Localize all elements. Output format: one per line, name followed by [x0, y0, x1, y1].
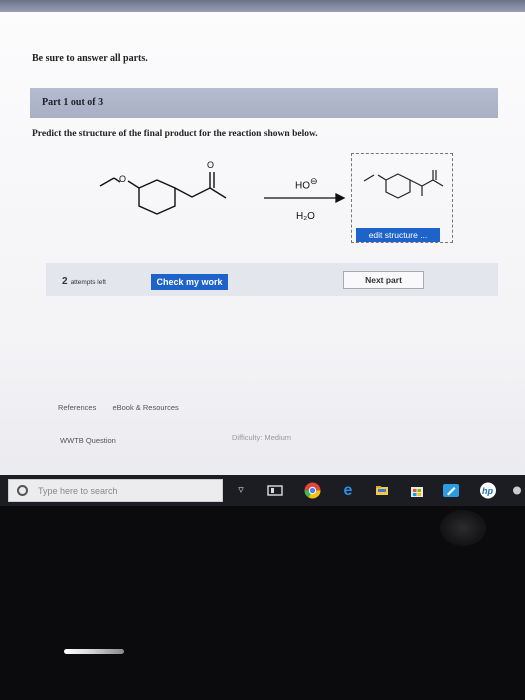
question-prompt: Predict the structure of the final produ…: [32, 129, 318, 139]
part-header: Part 1 out of 3: [30, 88, 498, 118]
microphone-icon[interactable]: ▿: [235, 482, 247, 499]
taskbar-search-input[interactable]: Type here to search: [38, 486, 118, 496]
light-reflection: [64, 649, 124, 654]
chrome-icon[interactable]: [304, 482, 321, 499]
check-my-work-button[interactable]: Check my work: [151, 274, 228, 290]
file-explorer-icon[interactable]: [375, 482, 389, 499]
attempts-count: 2: [62, 276, 68, 287]
edge-icon[interactable]: e: [340, 482, 356, 499]
app-pen-icon[interactable]: [442, 482, 460, 499]
hp-bezel-logo: [440, 510, 486, 546]
hp-logo-icon[interactable]: hp: [477, 482, 499, 499]
atom-label-o: O: [119, 174, 126, 184]
attempts-text: attempts left: [70, 279, 106, 286]
reagent-hydroxide: HO⊖: [295, 176, 318, 191]
footer-links: References eBook & Resources: [58, 403, 193, 412]
windows-taskbar: Type here to search ▿ e hp: [0, 475, 525, 506]
reagent-water: H₂O: [296, 211, 315, 222]
browser-screen: Be sure to answer all parts. Part 1 out …: [0, 0, 525, 506]
negative-charge-icon: ⊖: [310, 176, 318, 186]
references-link[interactable]: References: [58, 403, 96, 412]
reaction-arrow: [264, 192, 346, 204]
wwtb-question-label: WWTB Question: [60, 436, 116, 445]
svg-text:hp: hp: [482, 486, 493, 496]
instructions-text: Be sure to answer all parts.: [32, 53, 148, 64]
reagent-hydroxide-text: HO: [295, 180, 310, 192]
part-label: Part 1 out of 3: [42, 97, 104, 108]
task-view-icon[interactable]: [266, 482, 284, 499]
edit-structure-button[interactable]: edit structure ...: [356, 228, 440, 242]
cortana-ring-icon: [17, 485, 28, 496]
app-edge-circle-icon[interactable]: [509, 482, 521, 499]
action-bar: 2 attempts left Check my work Next part: [46, 263, 498, 296]
browser-top-bar: [0, 0, 525, 12]
ebook-resources-link[interactable]: eBook & Resources: [112, 403, 178, 412]
taskbar-search-box[interactable]: Type here to search: [8, 479, 223, 502]
atom-label-o-ketone: O: [207, 160, 214, 170]
store-icon[interactable]: [410, 482, 424, 499]
next-part-button[interactable]: Next part: [343, 271, 424, 289]
difficulty-label: Difficulty: Medium: [232, 433, 292, 442]
attempts-counter: 2 attempts left: [62, 276, 106, 287]
